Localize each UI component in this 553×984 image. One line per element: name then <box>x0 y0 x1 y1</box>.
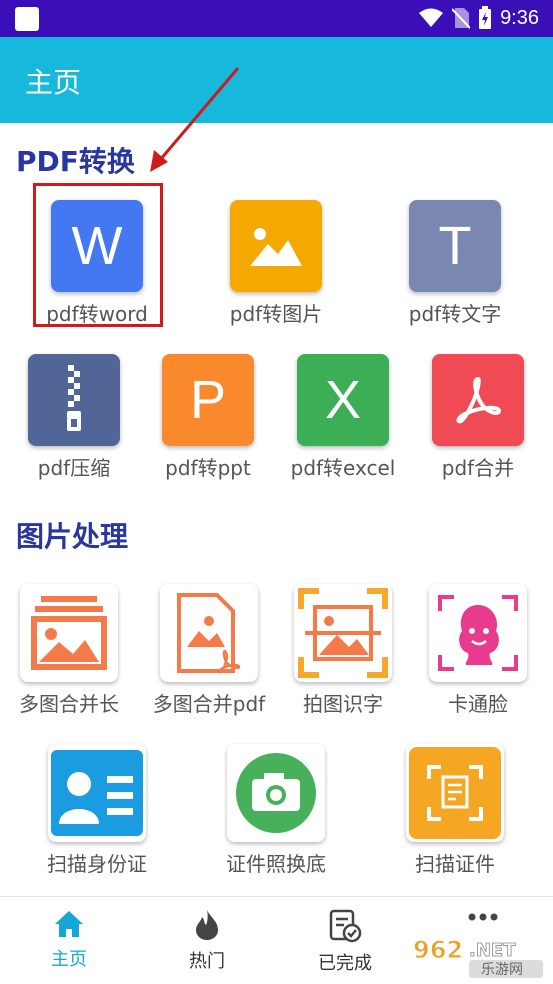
tile-cartoon-face[interactable]: 卡通脸 <box>413 584 543 717</box>
app-notification-icon <box>15 7 39 31</box>
tile-label: 拍图识字 <box>303 692 383 716</box>
tile-label: pdf压缩 <box>37 456 111 480</box>
svg-text:乐游网: 乐游网 <box>481 962 523 978</box>
scan-document-icon <box>406 744 504 842</box>
battery-charging-icon <box>479 6 492 29</box>
scan-image-text-icon <box>294 584 392 682</box>
nav-home[interactable]: 主页 <box>19 909 119 971</box>
tile-pdf-to-image[interactable]: pdf转图片 <box>211 200 341 327</box>
more-icon <box>468 913 498 921</box>
tile-label: 多图合并长 <box>19 692 119 716</box>
flame-icon <box>196 910 218 940</box>
tile-label: 扫描身份证 <box>47 852 147 876</box>
section-title-image: 图片处理 <box>16 520 129 553</box>
ppt-icon: P <box>162 354 254 446</box>
tile-long-image-merge[interactable]: 多图合并长 <box>4 584 134 717</box>
tile-pdf-compress[interactable]: pdf压缩 <box>9 354 139 481</box>
tile-scan-image-text[interactable]: 拍图识字 <box>278 584 408 717</box>
tile-label: 多图合并pdf <box>152 692 266 716</box>
tile-label: 扫描证件 <box>415 852 495 876</box>
tile-pdf-to-ppt[interactable]: P pdf转ppt <box>143 354 273 481</box>
status-icons: 9:36 <box>418 6 539 30</box>
cartoon-face-icon <box>429 584 527 682</box>
home-icon <box>55 911 83 937</box>
tile-label: pdf转ppt <box>165 456 251 480</box>
excel-icon: X <box>297 354 389 446</box>
tile-label: pdf转excel <box>290 456 396 480</box>
tile-image-to-pdf[interactable]: 多图合并pdf <box>144 584 274 717</box>
no-sim-icon <box>452 8 471 29</box>
watermark-logo: 962 .NET 乐游网 <box>413 936 543 978</box>
image-icon <box>230 200 322 292</box>
tile-label: 卡通脸 <box>448 692 508 716</box>
section-title-pdf: PDF转换 <box>16 145 135 178</box>
text-t-icon: T <box>409 200 501 292</box>
app-bar: 主页 <box>0 37 553 123</box>
tile-scan-id-card[interactable]: 扫描身份证 <box>32 744 162 877</box>
done-list-icon <box>329 909 362 943</box>
status-time: 9:36 <box>500 6 539 29</box>
image-to-pdf-icon <box>160 584 258 682</box>
tile-label: pdf合并 <box>441 456 515 480</box>
tile-label: 证件照换底 <box>226 852 326 876</box>
tile-pdf-to-excel[interactable]: X pdf转excel <box>278 354 408 481</box>
tile-label: pdf转文字 <box>408 302 502 326</box>
status-bar: 9:36 <box>0 0 553 37</box>
camera-icon <box>227 744 325 842</box>
svg-text:.NET: .NET <box>469 940 516 961</box>
tile-pdf-to-text[interactable]: T pdf转文字 <box>390 200 520 327</box>
acrobat-icon <box>432 354 524 446</box>
nav-completed[interactable]: 已完成 <box>295 909 395 975</box>
page-title: 主页 <box>25 66 82 99</box>
tile-pdf-merge[interactable]: pdf合并 <box>413 354 543 481</box>
zip-icon <box>28 354 120 446</box>
nav-more[interactable] <box>433 909 533 930</box>
wifi-icon <box>419 8 444 27</box>
svg-text:962: 962 <box>413 936 463 964</box>
highlight-box <box>33 183 163 327</box>
id-card-icon <box>48 744 146 842</box>
tile-scan-document[interactable]: 扫描证件 <box>390 744 520 877</box>
nav-hot[interactable]: 热门 <box>157 909 257 973</box>
tile-id-photo-background[interactable]: 证件照换底 <box>211 744 341 877</box>
tile-label: pdf转图片 <box>229 302 323 326</box>
long-image-merge-icon <box>20 584 118 682</box>
